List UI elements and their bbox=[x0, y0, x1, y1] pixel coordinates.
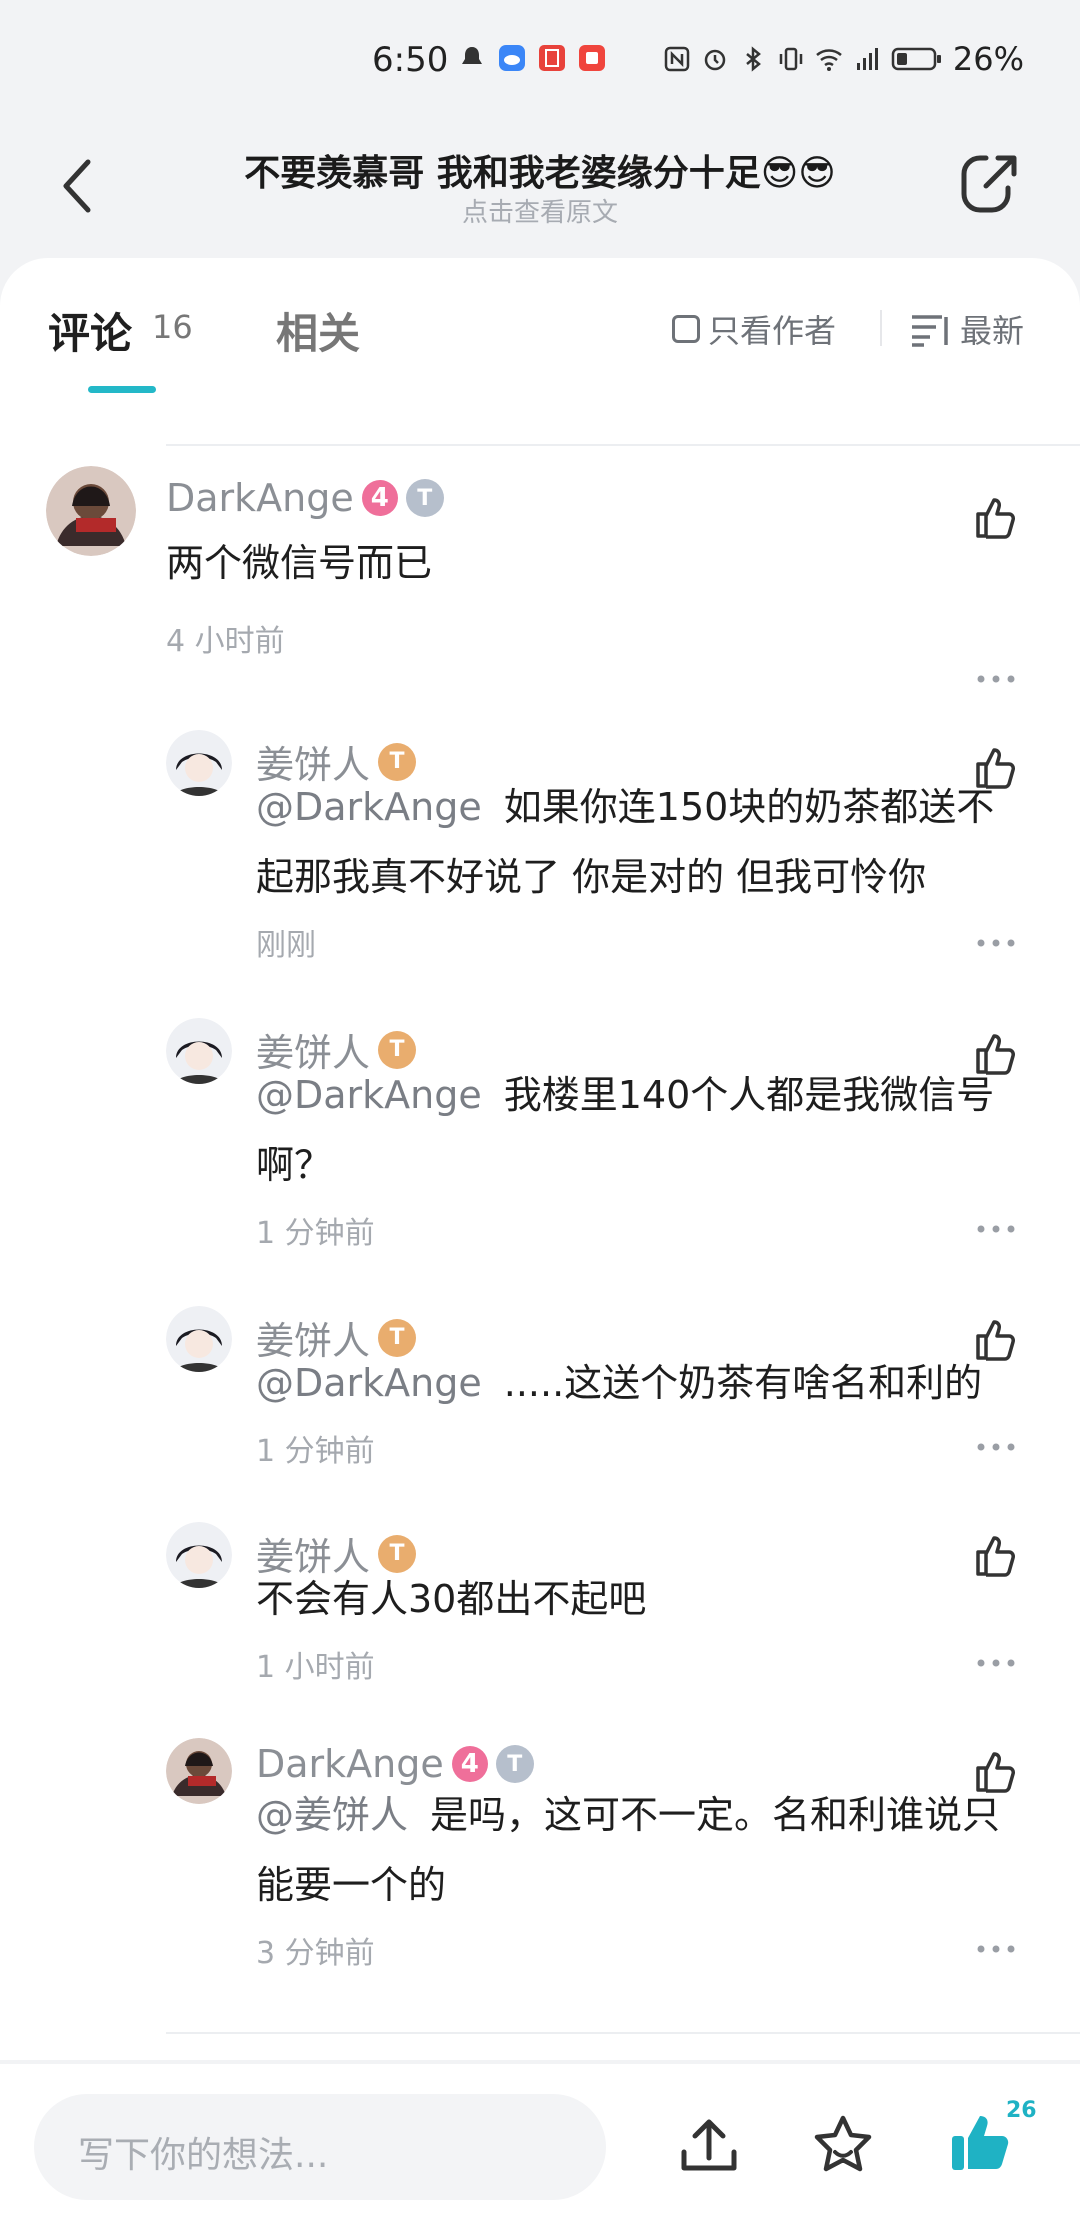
divider bbox=[880, 310, 882, 346]
top-bar: 不要羡慕哥 我和我老婆缘分十足😎😎 点击查看原文 bbox=[0, 120, 1080, 260]
more-options-icon[interactable] bbox=[976, 938, 1016, 948]
notification-icons bbox=[458, 44, 606, 72]
comment-text: 两个微信号而已 bbox=[166, 541, 433, 585]
like-thumb-icon[interactable] bbox=[972, 1316, 1020, 1364]
reply-item: 姜饼人 T 不会有人30都出不起吧 1 小时前 bbox=[0, 1522, 1080, 1702]
wifi-icon bbox=[816, 49, 842, 71]
share-upload-icon[interactable] bbox=[676, 2114, 742, 2180]
comment-time: 1 小时前 bbox=[256, 1650, 375, 1685]
system-status: 26% bbox=[663, 40, 1024, 78]
cloud-app-icon bbox=[499, 45, 525, 71]
avatar[interactable] bbox=[166, 1522, 232, 1588]
comments-panel: 评论 16 相关 只看作者 最新 DarkAnge 4 T 两个微信号而已 4 … bbox=[0, 258, 1080, 2060]
like-count: 26 bbox=[1006, 2098, 1037, 2123]
comment-input[interactable]: 写下你的想法... bbox=[34, 2094, 606, 2200]
red-app-icon bbox=[539, 45, 565, 71]
status-time: 6:50 bbox=[372, 40, 449, 80]
more-options-icon[interactable] bbox=[976, 1442, 1016, 1452]
reply-item: 姜饼人 T @DarkAnge 如果你连150块的奶茶都送不起那我真不好说了 你是… bbox=[0, 730, 1080, 990]
like-thumb-filled-icon[interactable] bbox=[948, 2110, 1014, 2176]
signal-icon bbox=[856, 48, 878, 70]
reply-item: 姜饼人 T @DarkAnge .....这送个奶茶有啥名和利的 1 分钟前 bbox=[0, 1306, 1080, 1486]
comment-input-placeholder: 写下你的想法... bbox=[78, 2135, 329, 2176]
divider bbox=[166, 444, 1080, 446]
mention[interactable]: @DarkAnge bbox=[256, 1361, 482, 1405]
comment-author[interactable]: DarkAnge 4 T bbox=[166, 476, 444, 520]
medal-badge-icon: T bbox=[495, 1745, 534, 1783]
mention[interactable]: @姜饼人 bbox=[256, 1793, 408, 1837]
bottom-action-bar: 写下你的想法... 26 bbox=[0, 2064, 1080, 2228]
like-thumb-icon[interactable] bbox=[972, 744, 1020, 792]
reply-item: 姜饼人 T @DarkAnge 我楼里140个人都是我微信号啊？ 1 分钟前 bbox=[0, 1018, 1080, 1268]
qq-icon bbox=[462, 47, 482, 64]
bluetooth-icon bbox=[746, 46, 761, 72]
more-options-icon[interactable] bbox=[976, 1224, 1016, 1234]
reply-text: @姜饼人 是吗，这可不一定。名和利谁说只能要一个的 bbox=[256, 1793, 1001, 1907]
reply-text: @DarkAnge 我楼里140个人都是我微信号啊？ bbox=[256, 1073, 995, 1187]
tab-related[interactable]: 相关 bbox=[276, 300, 360, 361]
alarm-icon bbox=[704, 49, 726, 71]
sort-label: 最新 bbox=[960, 312, 1025, 350]
sort-button[interactable]: 最新 bbox=[910, 306, 1024, 352]
vibrate-icon bbox=[779, 47, 803, 71]
comment-time: 刚刚 bbox=[256, 928, 316, 963]
medal-badge-icon: T bbox=[405, 479, 444, 517]
reply-item: DarkAnge 4 T @姜饼人 是吗，这可不一定。名和利谁说只能要一个的 3 … bbox=[0, 1738, 1080, 1998]
more-options-icon[interactable] bbox=[976, 674, 1016, 684]
more-options-icon[interactable] bbox=[976, 1944, 1016, 1954]
like-thumb-icon[interactable] bbox=[972, 1748, 1020, 1796]
only-author-filter[interactable]: 只看作者 bbox=[672, 306, 836, 352]
more-options-icon[interactable] bbox=[976, 1658, 1016, 1668]
avatar[interactable] bbox=[166, 730, 232, 796]
sort-list-icon bbox=[912, 315, 948, 347]
comment-time: 4 小时前 bbox=[166, 624, 285, 659]
share-icon[interactable] bbox=[956, 150, 1022, 216]
active-tab-indicator bbox=[88, 386, 156, 393]
level-badge: 4 bbox=[451, 1746, 488, 1782]
level-badge: 4 bbox=[361, 480, 398, 516]
only-author-checkbox[interactable] bbox=[672, 315, 700, 343]
tab-comments[interactable]: 评论 bbox=[48, 300, 132, 361]
battery-percent: 26% bbox=[952, 40, 1024, 78]
like-thumb-icon[interactable] bbox=[972, 1532, 1020, 1580]
nfc-icon bbox=[664, 46, 690, 72]
back-arrow-icon[interactable] bbox=[58, 156, 98, 216]
red-square-icon bbox=[579, 45, 605, 71]
avatar[interactable] bbox=[166, 1306, 232, 1372]
comment-time: 1 分钟前 bbox=[256, 1434, 375, 1469]
like-thumb-icon[interactable] bbox=[972, 494, 1020, 542]
reply-text: @DarkAnge .....这送个奶茶有啥名和利的 bbox=[256, 1361, 983, 1405]
author-name: DarkAnge bbox=[166, 476, 354, 520]
avatar[interactable] bbox=[166, 1018, 232, 1084]
reply-text: @DarkAnge 如果你连150块的奶茶都送不起那我真不好说了 你是对的 但我可… bbox=[256, 785, 995, 899]
only-author-label: 只看作者 bbox=[708, 312, 837, 350]
battery-icon bbox=[891, 47, 941, 71]
avatar[interactable] bbox=[166, 1738, 232, 1804]
comment-item: DarkAnge 4 T 两个微信号而已 4 小时前 bbox=[0, 466, 1080, 706]
comment-time: 3 分钟前 bbox=[256, 1936, 375, 1971]
avatar[interactable] bbox=[46, 466, 136, 556]
favorite-star-icon[interactable] bbox=[810, 2112, 876, 2178]
divider bbox=[166, 2032, 1080, 2034]
comment-time: 1 分钟前 bbox=[256, 1216, 375, 1251]
reply-text: 不会有人30都出不起吧 bbox=[256, 1577, 647, 1621]
view-original-link[interactable]: 点击查看原文 bbox=[200, 192, 880, 229]
comment-tabs: 评论 16 相关 只看作者 最新 bbox=[0, 258, 1080, 393]
status-bar: 6:50 26% bbox=[0, 0, 1080, 120]
post-title[interactable]: 不要羡慕哥 我和我老婆缘分十足😎😎 bbox=[200, 144, 880, 196]
mention[interactable]: @DarkAnge bbox=[256, 1073, 482, 1117]
mention[interactable]: @DarkAnge bbox=[256, 785, 482, 829]
comment-count: 16 bbox=[152, 308, 193, 346]
like-thumb-icon[interactable] bbox=[972, 1030, 1020, 1078]
